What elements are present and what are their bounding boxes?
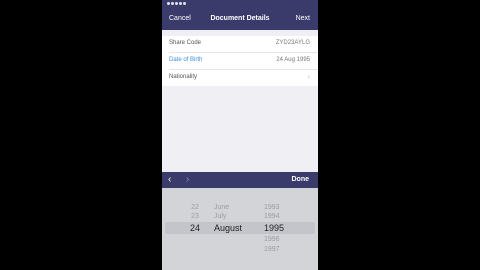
- signal-indicator: [167, 2, 186, 7]
- nationality-label: Nationality: [169, 74, 198, 80]
- day-option[interactable]: 23: [180, 213, 210, 221]
- nationality-row[interactable]: Nationality ›: [169, 70, 318, 86]
- document-form: Share Code ZYD23AYLG Date of Birth 24 Au…: [162, 36, 318, 86]
- day-selected[interactable]: 24: [180, 223, 210, 233]
- year-selected[interactable]: 1995: [264, 223, 294, 233]
- date-of-birth-value[interactable]: 24 Aug 1995: [276, 57, 310, 63]
- year-option[interactable]: 1994: [264, 213, 294, 221]
- year-wheel[interactable]: 1993 1994 1995 1996 1997: [264, 188, 294, 270]
- share-code-row[interactable]: Share Code ZYD23AYLG: [169, 36, 318, 53]
- date-of-birth-row[interactable]: Date of Birth 24 Aug 1995: [169, 53, 318, 70]
- done-button[interactable]: Done: [292, 176, 310, 183]
- year-option[interactable]: 1993: [264, 204, 294, 212]
- page-title: Document Details: [210, 15, 270, 22]
- chevron-left-icon[interactable]: ‹: [168, 174, 171, 185]
- year-option[interactable]: 1996: [264, 236, 294, 244]
- date-picker[interactable]: 22 23 24 June July August 1993 1994 1995…: [162, 188, 318, 270]
- share-code-label: Share Code: [169, 40, 202, 46]
- phone-screen: Cancel Document Details Next Share Code …: [162, 0, 318, 270]
- day-option[interactable]: 22: [180, 204, 210, 212]
- nav-bar: Cancel Document Details Next: [162, 0, 318, 30]
- chevron-right-icon: ›: [307, 72, 310, 81]
- year-option[interactable]: 1997: [264, 246, 294, 254]
- share-code-value[interactable]: ZYD23AYLG: [276, 40, 310, 46]
- date-of-birth-label: Date of Birth: [169, 57, 203, 63]
- keyboard-toolbar: ‹ › Done: [162, 172, 318, 188]
- next-button[interactable]: Next: [296, 15, 310, 23]
- chevron-right-icon[interactable]: ›: [186, 174, 189, 185]
- cancel-button[interactable]: Cancel: [169, 15, 191, 23]
- day-wheel[interactable]: 22 23 24: [180, 188, 210, 270]
